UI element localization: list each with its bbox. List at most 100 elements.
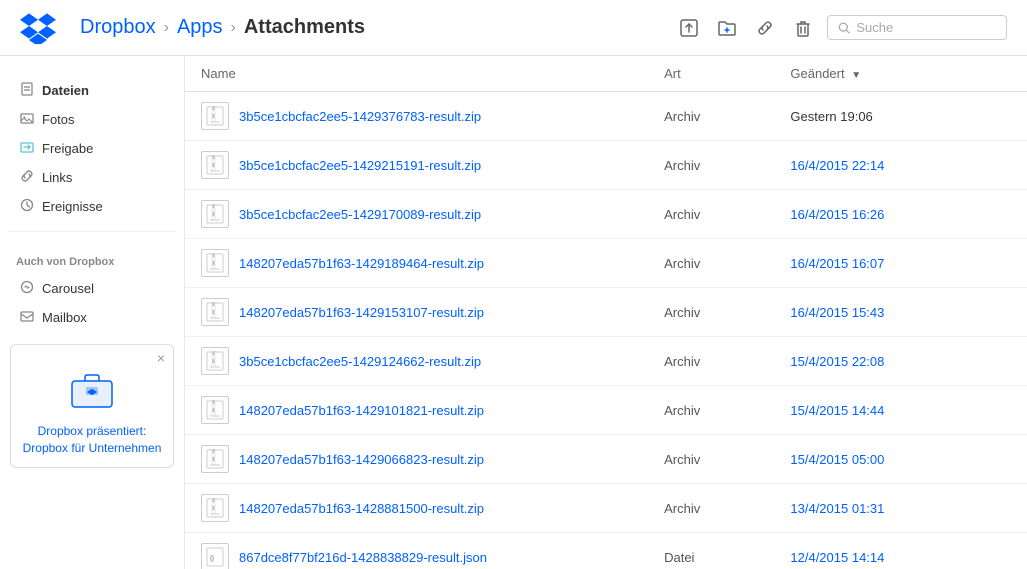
cell-changed: 16/4/2015 16:07	[774, 239, 1027, 288]
col-header-art[interactable]: Art	[648, 56, 774, 92]
events-icon	[20, 198, 34, 215]
cell-name: 3b5ce1cbcfac2ee5-1429376783-result.zip	[185, 92, 648, 141]
search-icon	[838, 21, 850, 35]
search-input[interactable]	[856, 20, 996, 35]
cell-changed: 15/4/2015 14:44	[774, 386, 1027, 435]
file-name-link[interactable]: 148207eda57b1f63-1429153107-result.zip	[239, 305, 484, 320]
sidebar-label-freigabe: Freigabe	[42, 141, 93, 156]
breadcrumb-sep-2: ›	[231, 19, 236, 37]
cell-name: 148207eda57b1f63-1429153107-result.zip	[185, 288, 648, 337]
cell-changed: 16/4/2015 22:14	[774, 141, 1027, 190]
dropbox-logo	[20, 8, 60, 48]
new-folder-button[interactable]	[713, 14, 741, 42]
link-button[interactable]	[751, 14, 779, 42]
svg-text:{}: {}	[210, 556, 214, 562]
promo-text[interactable]: Dropbox präsentiert: Dropbox für Unterne…	[21, 423, 163, 457]
table-row: 148207eda57b1f63-1429101821-result.zip A…	[185, 386, 1027, 435]
cell-name: 148207eda57b1f63-1429189464-result.zip	[185, 239, 648, 288]
sidebar-divider	[8, 231, 176, 232]
cell-art: Archiv	[648, 288, 774, 337]
cell-art: Archiv	[648, 337, 774, 386]
file-name-link[interactable]: 148207eda57b1f63-1429189464-result.zip	[239, 256, 484, 271]
breadcrumb-dropbox[interactable]: Dropbox	[80, 16, 156, 39]
cell-changed: 16/4/2015 16:26	[774, 190, 1027, 239]
cell-art: Archiv	[648, 386, 774, 435]
file-type-icon	[201, 249, 229, 277]
sidebar-item-links[interactable]: Links	[4, 163, 180, 192]
sidebar-item-ereignisse[interactable]: Ereignisse	[4, 192, 180, 221]
photos-icon	[20, 111, 34, 128]
cell-changed: 16/4/2015 15:43	[774, 288, 1027, 337]
carousel-icon	[20, 280, 34, 297]
cell-art: Datei	[648, 533, 774, 569]
share-icon	[20, 140, 34, 157]
file-name-link[interactable]: 3b5ce1cbcfac2ee5-1429215191-result.zip	[239, 158, 481, 173]
file-name-link[interactable]: 3b5ce1cbcfac2ee5-1429170089-result.zip	[239, 207, 481, 222]
cell-changed: 12/4/2015 14:14	[774, 533, 1027, 569]
breadcrumb-attachments: Attachments	[244, 16, 365, 39]
table-row: {} 867dce8f77bf216d-1428838829-result.js…	[185, 533, 1027, 569]
breadcrumb-apps[interactable]: Apps	[177, 16, 223, 39]
breadcrumb: Dropbox › Apps › Attachments	[80, 16, 675, 39]
header: Dropbox › Apps › Attachments	[0, 0, 1027, 56]
main-layout: Dateien Fotos Freigabe	[0, 56, 1027, 569]
file-name-link[interactable]: 3b5ce1cbcfac2ee5-1429376783-result.zip	[239, 109, 481, 124]
file-name-link[interactable]: 148207eda57b1f63-1428881500-result.zip	[239, 501, 484, 516]
promo-close-button[interactable]: ×	[157, 351, 165, 365]
cell-art: Archiv	[648, 239, 774, 288]
table-row: 3b5ce1cbcfac2ee5-1429170089-result.zip A…	[185, 190, 1027, 239]
table-header-row: Name Art Geändert ▼	[185, 56, 1027, 92]
delete-button[interactable]	[789, 14, 817, 42]
sidebar-label-ereignisse: Ereignisse	[42, 199, 103, 214]
cell-changed: 13/4/2015 01:31	[774, 484, 1027, 533]
cell-name: 148207eda57b1f63-1428881500-result.zip	[185, 484, 648, 533]
file-type-icon: {}	[201, 543, 229, 569]
sidebar-label-mailbox: Mailbox	[42, 310, 87, 325]
table-row: 148207eda57b1f63-1428881500-result.zip A…	[185, 484, 1027, 533]
cell-name: 148207eda57b1f63-1429066823-result.zip	[185, 435, 648, 484]
search-box	[827, 15, 1007, 40]
col-header-changed[interactable]: Geändert ▼	[774, 56, 1027, 92]
file-type-icon	[201, 396, 229, 424]
cell-art: Archiv	[648, 141, 774, 190]
sidebar-label-dateien: Dateien	[42, 83, 89, 98]
cell-name: 3b5ce1cbcfac2ee5-1429170089-result.zip	[185, 190, 648, 239]
file-table: Name Art Geändert ▼ 3b5ce1cbcfac2ee5-1	[185, 56, 1027, 569]
sidebar-item-freigabe[interactable]: Freigabe	[4, 134, 180, 163]
sidebar-label-links: Links	[42, 170, 72, 185]
sidebar-label-fotos: Fotos	[42, 112, 75, 127]
table-row: 3b5ce1cbcfac2ee5-1429376783-result.zip A…	[185, 92, 1027, 141]
sidebar-item-dateien[interactable]: Dateien	[4, 76, 180, 105]
file-icon	[20, 82, 34, 99]
file-type-icon	[201, 494, 229, 522]
cell-name: 148207eda57b1f63-1429101821-result.zip	[185, 386, 648, 435]
sidebar-item-fotos[interactable]: Fotos	[4, 105, 180, 134]
breadcrumb-sep-1: ›	[164, 19, 169, 37]
table-row: 3b5ce1cbcfac2ee5-1429215191-result.zip A…	[185, 141, 1027, 190]
table-row: 148207eda57b1f63-1429189464-result.zip A…	[185, 239, 1027, 288]
file-name-link[interactable]: 867dce8f77bf216d-1428838829-result.json	[239, 550, 487, 565]
table-row: 3b5ce1cbcfac2ee5-1429124662-result.zip A…	[185, 337, 1027, 386]
sidebar-item-mailbox[interactable]: Mailbox	[4, 303, 180, 332]
cell-art: Archiv	[648, 484, 774, 533]
cell-art: Archiv	[648, 190, 774, 239]
cell-art: Archiv	[648, 435, 774, 484]
file-type-icon	[201, 347, 229, 375]
file-name-link[interactable]: 148207eda57b1f63-1429066823-result.zip	[239, 452, 484, 467]
file-name-link[interactable]: 3b5ce1cbcfac2ee5-1429124662-result.zip	[239, 354, 481, 369]
table-row: 148207eda57b1f63-1429066823-result.zip A…	[185, 435, 1027, 484]
sidebar-item-carousel[interactable]: Carousel	[4, 274, 180, 303]
file-content: Name Art Geändert ▼ 3b5ce1cbcfac2ee5-1	[185, 56, 1027, 569]
sort-desc-icon: ▼	[851, 70, 861, 81]
file-type-icon	[201, 298, 229, 326]
cell-name: 3b5ce1cbcfac2ee5-1429215191-result.zip	[185, 141, 648, 190]
file-type-icon	[201, 151, 229, 179]
upload-file-button[interactable]	[675, 14, 703, 42]
promo-icon	[21, 363, 163, 413]
sidebar-section-label: Auch von Dropbox	[0, 242, 184, 274]
file-name-link[interactable]: 148207eda57b1f63-1429101821-result.zip	[239, 403, 484, 418]
link-icon	[20, 169, 34, 186]
file-type-icon	[201, 200, 229, 228]
col-header-name[interactable]: Name	[185, 56, 648, 92]
promo-box: × Dropbox präsentiert: Dropbox für Unter…	[10, 344, 174, 468]
